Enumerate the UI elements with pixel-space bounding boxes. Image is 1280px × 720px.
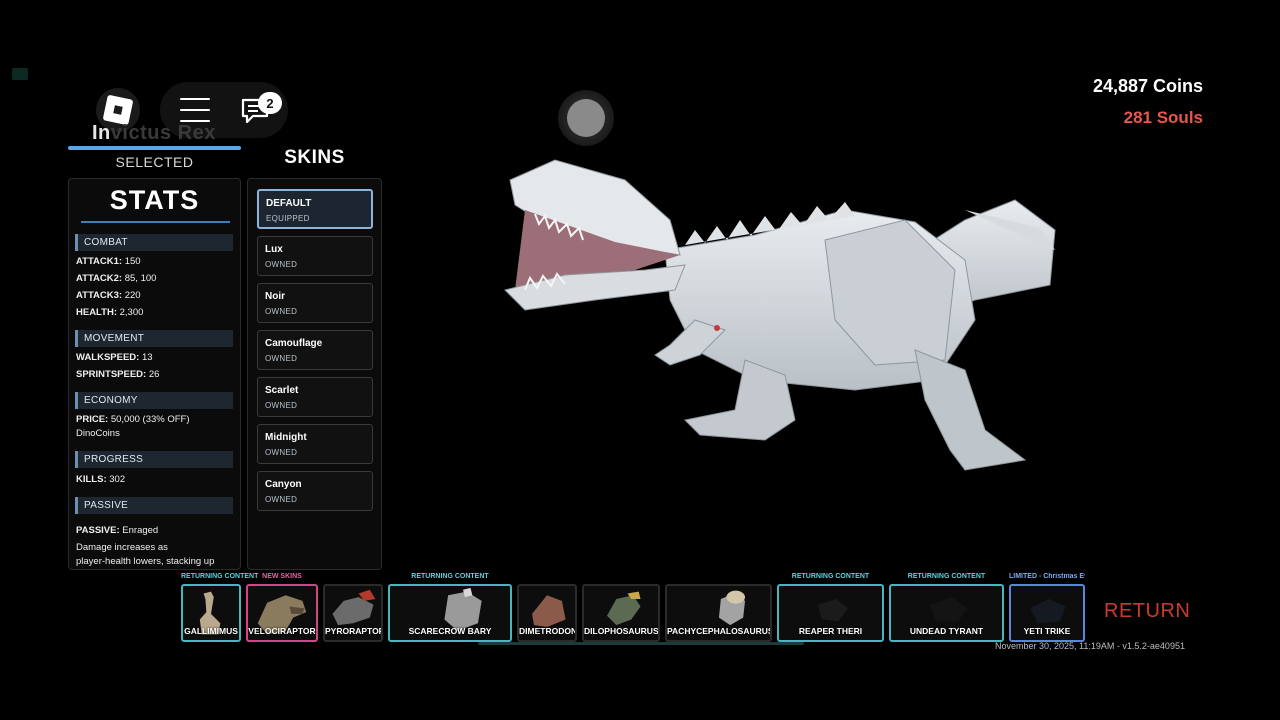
roblox-logo-icon xyxy=(102,94,134,126)
card-tag: RETURNING CONTENT xyxy=(411,573,489,580)
stat-attack3: ATTACK3: 220 xyxy=(76,290,141,301)
dino-card-gallimimus[interactable]: GALLIMIMUS xyxy=(181,584,241,642)
card-label: UNDEAD TYRANT xyxy=(909,626,984,636)
stats-underline xyxy=(81,221,230,223)
skin-name: Scarlet xyxy=(265,385,299,396)
selected-indicator-bar xyxy=(68,146,241,150)
card-label: REAPER THERI xyxy=(798,626,863,636)
stat-passive: PASSIVE: Enraged xyxy=(76,525,159,536)
card-tag: RETURNING CONTENT xyxy=(907,573,986,580)
skin-status: OWNED xyxy=(265,401,298,410)
skins-panel: DEFAULT EQUIPPED Lux OWNED Noir OWNED Ca… xyxy=(247,178,382,570)
return-button[interactable]: RETURN xyxy=(1104,600,1190,623)
stat-currency: DinoCoins xyxy=(76,428,120,439)
skin-item-scarlet[interactable]: Scarlet OWNED xyxy=(257,377,373,417)
card-label: DIMETRODON xyxy=(519,626,577,636)
stat-walkspeed: WALKSPEED: 13 xyxy=(76,352,153,363)
chat-badge: 2 xyxy=(258,92,282,114)
skin-status: EQUIPPED xyxy=(266,214,310,223)
skin-item-lux[interactable]: Lux OWNED xyxy=(257,236,373,276)
coins-counter: 24,887 Coins xyxy=(1092,76,1203,96)
skin-item-default[interactable]: DEFAULT EQUIPPED xyxy=(257,189,373,229)
section-passive: PASSIVE xyxy=(75,497,233,514)
stat-price: PRICE: 50,000 (33% OFF) xyxy=(76,414,190,425)
skin-name: Midnight xyxy=(265,432,307,443)
skin-status: OWNED xyxy=(265,495,298,504)
skin-name: DEFAULT xyxy=(266,198,312,209)
dinosaur-model xyxy=(504,159,1056,471)
skin-name: Noir xyxy=(265,291,285,302)
carousel-scrollbar[interactable] xyxy=(478,642,804,645)
dino-card-dilophosaurus[interactable]: DILOPHOSAURUS xyxy=(582,584,660,642)
souls-counter: 281 Souls xyxy=(1123,108,1203,127)
skin-name: Lux xyxy=(265,244,283,255)
card-tag: RETURNING CONTENT xyxy=(791,573,870,580)
skin-name: Canyon xyxy=(265,479,302,490)
skin-name: Camouflage xyxy=(265,338,323,349)
stat-attack2: ATTACK2: 85, 100 xyxy=(76,273,157,284)
dino-card-velociraptor[interactable]: VELOCIRAPTOR xyxy=(246,584,318,642)
card-tag: RETURNING CONTENT xyxy=(181,573,259,580)
dino-name: Invictus Rex xyxy=(92,122,216,144)
dino-card-reaper-theri[interactable]: REAPER THERI xyxy=(777,584,884,642)
stat-sprintspeed: SPRINTSPEED: 26 xyxy=(76,369,160,380)
card-tag: LIMITED - Christmas Eve xyxy=(1009,573,1085,580)
stat-kills: KILLS: 302 xyxy=(76,474,126,485)
skin-item-canyon[interactable]: Canyon OWNED xyxy=(257,471,373,511)
record-button[interactable] xyxy=(558,90,614,146)
skin-status: OWNED xyxy=(265,354,298,363)
stat-passive-desc2: player-health lowers, stacking up xyxy=(76,556,215,567)
card-label: SCARECROW BARY xyxy=(408,626,492,636)
card-label: PACHYCEPHALOSAURUS xyxy=(667,626,772,636)
dino-card-pyroraptor[interactable]: PYRORAPTOR xyxy=(323,584,383,642)
section-movement: MOVEMENT xyxy=(75,330,233,347)
dino-carousel[interactable]: RETURNING CONTENT GALLIMIMUS NEW SKINS V… xyxy=(0,570,1280,650)
card-label: YETI TRIKE xyxy=(1023,626,1071,636)
stat-attack1: ATTACK1: 150 xyxy=(76,256,141,267)
section-progress: PROGRESS xyxy=(75,451,233,468)
skin-status: OWNED xyxy=(265,307,298,316)
skin-item-midnight[interactable]: Midnight OWNED xyxy=(257,424,373,464)
skin-item-camouflage[interactable]: Camouflage OWNED xyxy=(257,330,373,370)
skins-title: SKINS xyxy=(284,147,345,168)
card-label: GALLIMIMUS xyxy=(184,626,238,636)
dino-card-dimetrodon[interactable]: DIMETRODON xyxy=(517,584,577,642)
dino-card-scarecrow-bary[interactable]: SCARECROW BARY xyxy=(388,584,512,642)
dino-card-yeti-trike[interactable]: YETI TRIKE xyxy=(1009,584,1085,642)
section-economy: ECONOMY xyxy=(75,392,233,409)
card-label: VELOCIRAPTOR xyxy=(248,626,316,636)
hamburger-menu-icon[interactable] xyxy=(180,98,210,122)
build-info: November 30, 2025, 11:19AM - v1.5.2-ae40… xyxy=(995,641,1185,651)
selected-label: SELECTED xyxy=(115,154,194,170)
card-tag: NEW SKINS xyxy=(262,573,302,580)
corner-indicator xyxy=(12,68,28,80)
skin-status: OWNED xyxy=(265,260,298,269)
stats-panel: STATS COMBAT ATTACK1: 150 ATTACK2: 85, 1… xyxy=(68,178,241,570)
dino-card-pachycephalosaurus[interactable]: PACHYCEPHALOSAURUS xyxy=(665,584,772,642)
card-label: DILOPHOSAURUS xyxy=(584,626,659,636)
stats-title: STATS xyxy=(109,185,200,215)
section-combat: COMBAT xyxy=(75,234,233,251)
stat-passive-desc1: Damage increases as xyxy=(76,542,168,553)
skin-item-noir[interactable]: Noir OWNED xyxy=(257,283,373,323)
skin-status: OWNED xyxy=(265,448,298,457)
card-label: PYRORAPTOR xyxy=(325,626,383,636)
stat-health: HEALTH: 2,300 xyxy=(76,307,144,318)
dino-card-undead-tyrant[interactable]: UNDEAD TYRANT xyxy=(889,584,1004,642)
